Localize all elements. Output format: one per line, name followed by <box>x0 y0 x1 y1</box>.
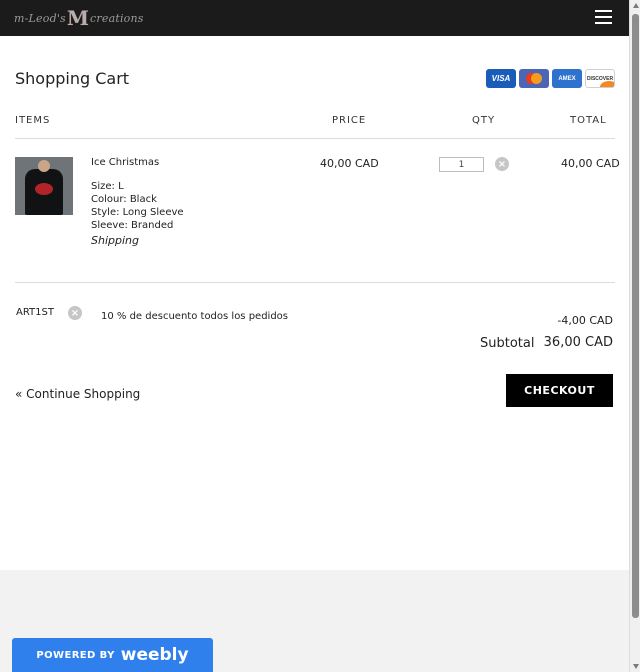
column-header-price: PRICE <box>332 115 367 126</box>
discover-card-icon: DISCOVER <box>585 69 615 88</box>
site-logo[interactable]: m-Leod's M creations <box>14 6 144 30</box>
scrollbar[interactable] <box>629 0 640 672</box>
weebly-logo: weebly <box>120 645 189 665</box>
subtotal-label: Subtotal <box>480 336 535 351</box>
remove-coupon-icon[interactable]: × <box>68 306 82 320</box>
logo-prefix: m-Leod's <box>14 11 66 25</box>
column-header-total: TOTAL <box>570 115 607 126</box>
hamburger-icon[interactable] <box>595 10 612 25</box>
logo-suffix: creations <box>90 11 144 25</box>
subtotal-value: 36,00 CAD <box>543 335 613 350</box>
continue-shopping-link[interactable]: « Continue Shopping <box>15 387 140 401</box>
product-option-sleeve: Sleeve: Branded <box>91 220 174 231</box>
product-option-colour: Colour: Black <box>91 194 157 205</box>
item-price: 40,00 CAD <box>320 157 379 170</box>
coupon-description: 10 % de descuento todos los pedidos <box>101 311 288 322</box>
payment-cards: VISA AMEX DISCOVER <box>486 69 615 88</box>
product-option-style: Style: Long Sleeve <box>91 207 184 218</box>
coupon-code: ART1ST <box>16 307 54 318</box>
product-shipping: Shipping <box>91 234 139 247</box>
page-title: Shopping Cart <box>15 69 130 88</box>
quantity-input[interactable] <box>439 157 484 172</box>
logo-initial: M <box>66 6 90 30</box>
scroll-up-arrow-icon[interactable] <box>633 3 639 8</box>
column-header-items: ITEMS <box>15 115 51 126</box>
visa-card-icon: VISA <box>486 69 516 88</box>
product-thumbnail[interactable] <box>15 157 73 215</box>
discount-amount: -4,00 CAD <box>557 314 613 327</box>
column-header-qty: QTY <box>472 115 496 126</box>
discover-label: DISCOVER <box>586 75 614 82</box>
amex-card-icon: AMEX <box>552 69 582 88</box>
item-total: 40,00 CAD <box>561 157 620 170</box>
powered-by-label: POWERED BY <box>36 649 115 661</box>
product-option-size: Size: L <box>91 181 124 192</box>
scroll-thumb[interactable] <box>632 14 639 618</box>
divider <box>15 138 615 139</box>
remove-item-icon[interactable]: × <box>495 157 509 171</box>
divider <box>15 282 615 283</box>
top-navigation-bar: m-Leod's M creations <box>0 0 629 36</box>
product-name[interactable]: Ice Christmas <box>91 157 159 168</box>
checkout-button[interactable]: CHECKOUT <box>506 374 613 407</box>
mastercard-icon <box>519 69 549 88</box>
powered-by-weebly-badge[interactable]: POWERED BY weebly <box>12 638 213 672</box>
scroll-down-arrow-icon[interactable] <box>633 664 639 669</box>
